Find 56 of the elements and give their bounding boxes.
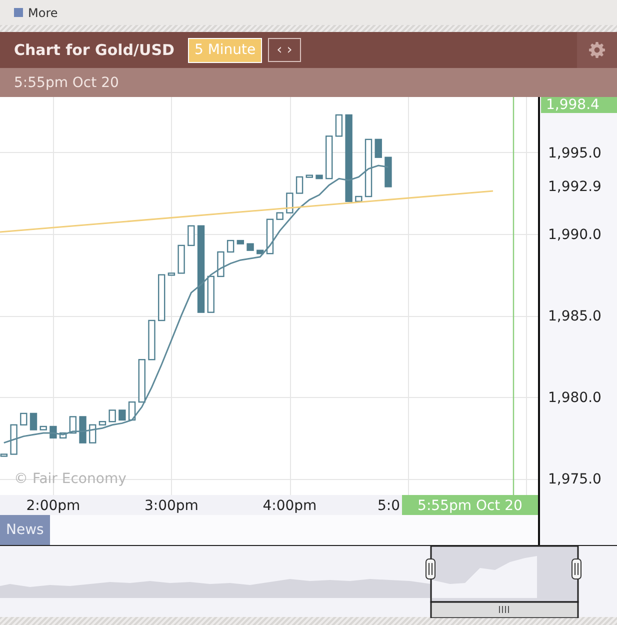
- chart-time: 5:55pm Oct 20: [14, 74, 119, 90]
- candlestick: [30, 412, 38, 430]
- price-axis-label: 1,980.0: [548, 390, 602, 406]
- candlestick: [374, 138, 382, 158]
- time-axis-label: 3:00pm: [144, 498, 198, 514]
- candlestick: [286, 192, 294, 214]
- candlestick: [188, 225, 195, 246]
- scrollbar-track[interactable]: [430, 601, 579, 618]
- candlestick: [98, 421, 106, 426]
- candlestick: [148, 320, 156, 360]
- drag-handle[interactable]: [426, 558, 436, 580]
- candlestick: [128, 401, 136, 421]
- price-axis-label: 1,995.0: [548, 145, 602, 162]
- candlestick: [335, 114, 343, 137]
- chart-title: Chart for Gold/USD: [14, 41, 174, 59]
- time-axis-label: 4:00pm: [262, 498, 317, 514]
- grip-icon: [499, 606, 509, 614]
- time-axis-label: 2:00pm: [26, 498, 80, 514]
- settings-icon: [589, 42, 605, 58]
- candlestick: [326, 136, 333, 180]
- candlestick: [20, 412, 28, 426]
- candlestick: [384, 156, 392, 188]
- last-price-label: 1,992.9: [548, 179, 602, 195]
- candlestick: [118, 410, 126, 421]
- candlestick: [0, 454, 8, 457]
- candlestick: [355, 196, 362, 202]
- candlestick: [89, 424, 96, 444]
- candlestick: [266, 218, 274, 254]
- candlestick: [50, 426, 57, 439]
- candlestick: [108, 410, 116, 422]
- drag-handle[interactable]: [572, 558, 582, 580]
- price-axis-label: 1,975.0: [548, 472, 602, 488]
- more-link[interactable]: More: [28, 6, 58, 20]
- candlestick: [10, 424, 18, 455]
- settings-button[interactable]: [577, 32, 617, 68]
- time-marker-label: 5:55pm Oct 20: [402, 495, 538, 515]
- candlestick: [217, 251, 224, 278]
- candlestick: [168, 272, 176, 276]
- candlestick: [296, 176, 304, 194]
- copyright-text: © Fair Economy: [14, 471, 126, 487]
- candlestick: [276, 212, 284, 220]
- time-axis-label: 5:0: [377, 498, 400, 514]
- candlestick: [59, 432, 67, 439]
- candlestick: [158, 274, 166, 322]
- candlestick: [79, 416, 86, 444]
- candlestick: [138, 359, 146, 403]
- candlestick: [207, 276, 214, 313]
- candlestick: [69, 416, 77, 434]
- scroll-arrows-button[interactable]: ‹ ›: [268, 38, 302, 62]
- candlestick: [226, 240, 234, 253]
- price-axis-label: 1,990.0: [548, 227, 602, 244]
- price-tag: 1,998.4: [541, 97, 617, 113]
- candlestick: [364, 138, 372, 198]
- candlestick: [178, 244, 185, 274]
- price-axis-label: 1,985.0: [548, 308, 602, 325]
- candlestick: [40, 426, 47, 430]
